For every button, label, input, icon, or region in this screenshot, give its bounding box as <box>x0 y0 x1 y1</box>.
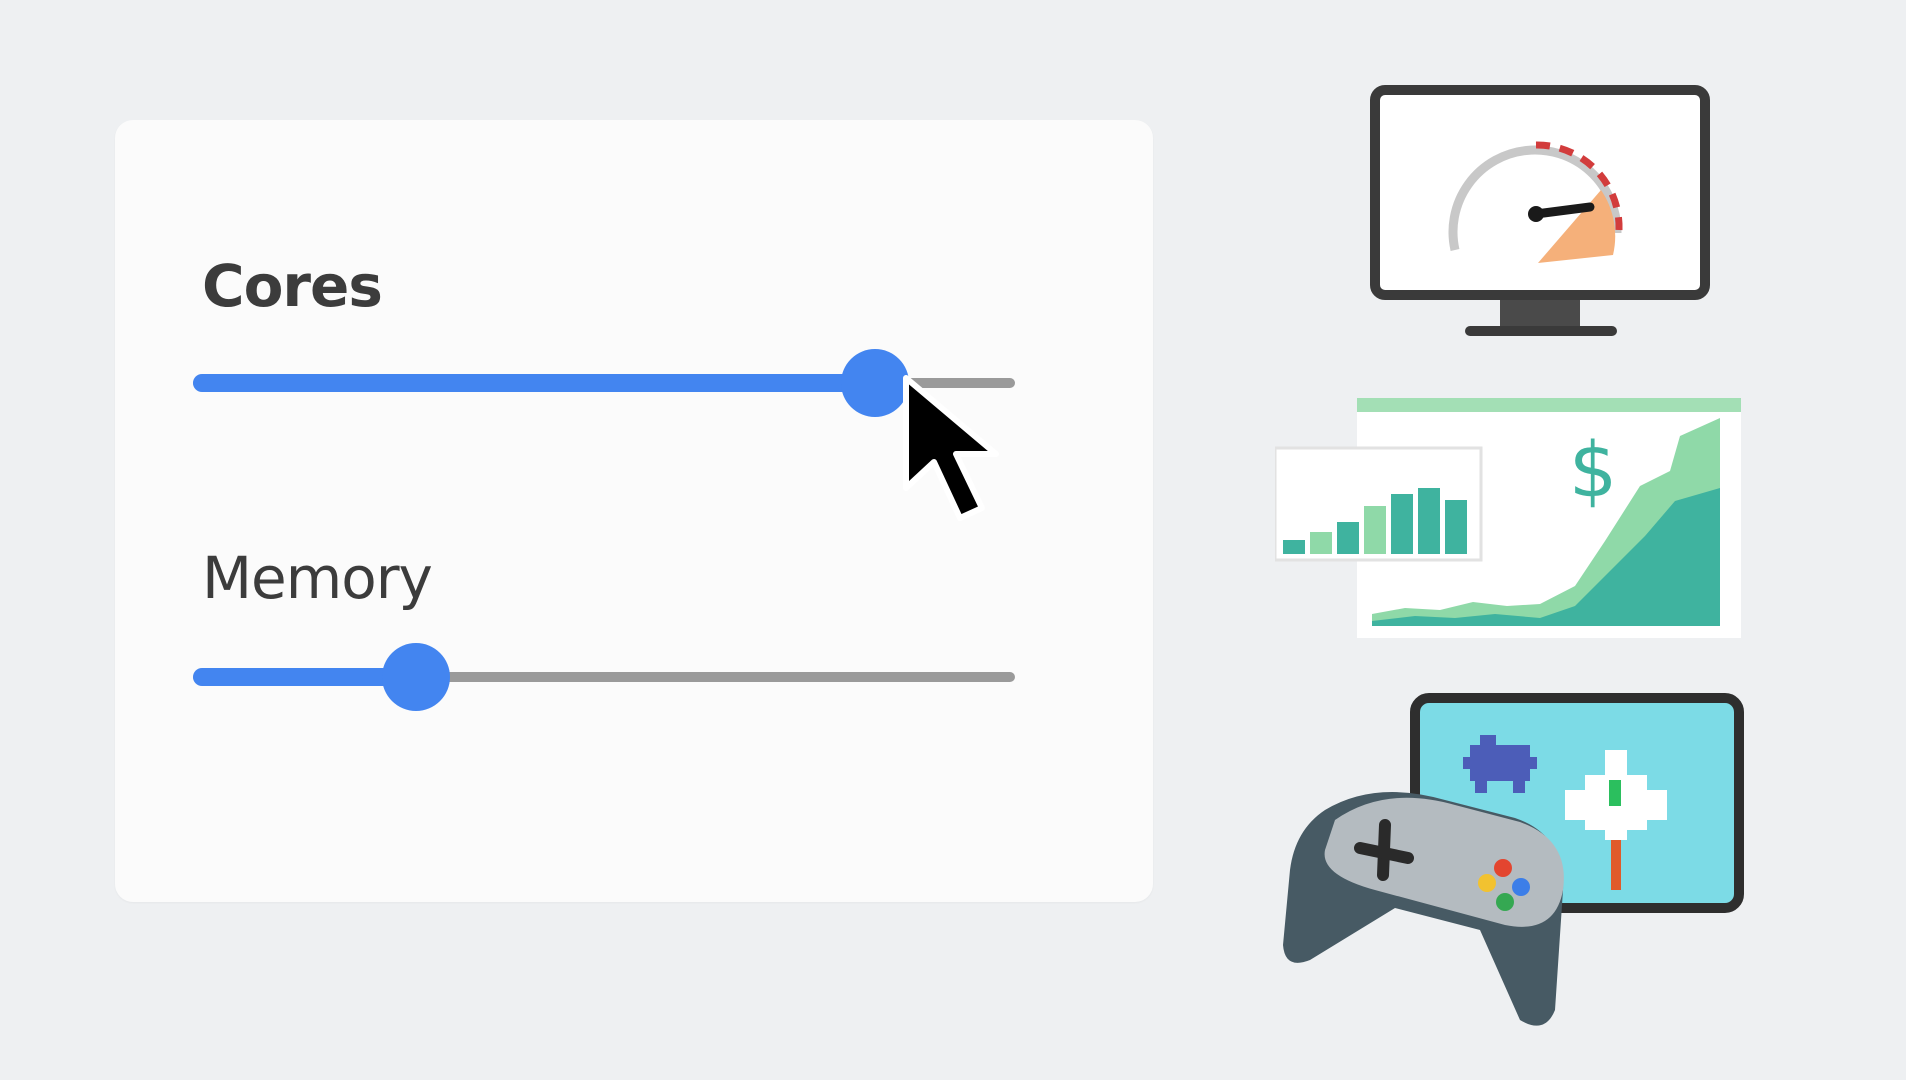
memory-label: Memory <box>202 544 433 612</box>
dollar-sign: $ <box>1569 425 1617 514</box>
monitor-speedometer-icon <box>1370 85 1710 336</box>
memory-slider-thumb[interactable] <box>381 643 450 711</box>
gamepad-tablet-icon <box>1283 693 1744 1026</box>
dollar-growth-charts-icon: $ <box>1275 398 1741 638</box>
cores-slider-fill <box>193 374 876 392</box>
memory-slider[interactable] <box>193 643 1015 711</box>
mouse-pointer-icon <box>903 375 999 521</box>
cores-label: Cores <box>202 252 383 320</box>
stage: Cores Memory $ <box>0 0 1906 1080</box>
